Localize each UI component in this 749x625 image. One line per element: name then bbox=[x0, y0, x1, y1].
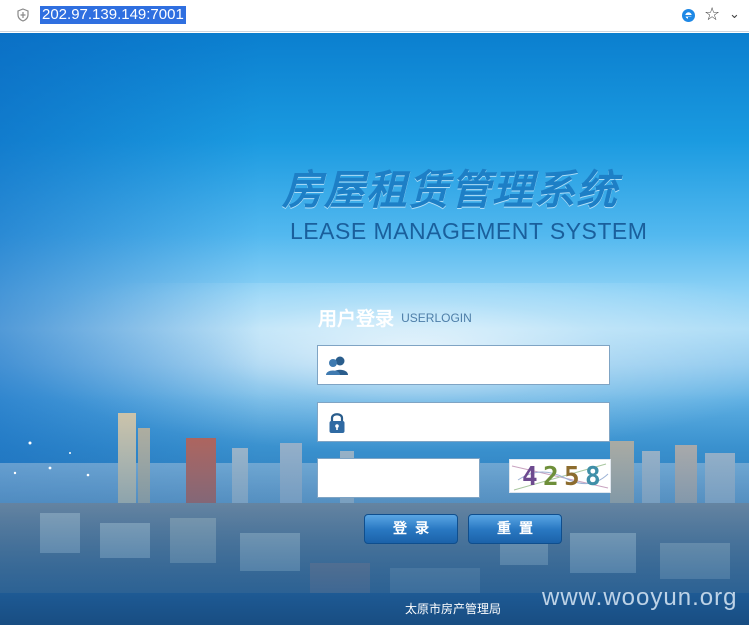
username-field[interactable] bbox=[317, 345, 610, 385]
browser-address-bar: 202.97.139.149:7001 ☆ ⌄ bbox=[0, 0, 749, 32]
username-input[interactable] bbox=[358, 350, 606, 382]
url-field[interactable]: 202.97.139.149:7001 bbox=[40, 6, 186, 24]
login-title: 用户登录 bbox=[318, 308, 395, 330]
footer-text: 太原市房产管理局 bbox=[405, 602, 502, 616]
captcha-input[interactable] bbox=[324, 463, 478, 495]
favorite-star-icon[interactable]: ☆ bbox=[704, 6, 720, 24]
ie-compat-icon[interactable] bbox=[681, 8, 696, 23]
captcha-digit: 2 bbox=[543, 462, 559, 492]
captcha-image[interactable]: 4 2 5 8 bbox=[509, 459, 611, 493]
password-input[interactable] bbox=[358, 407, 606, 439]
password-field[interactable] bbox=[317, 402, 610, 442]
login-button[interactable]: 登录 bbox=[364, 514, 458, 544]
login-heading: 用户登录 USERLOGIN bbox=[318, 304, 472, 330]
reset-button[interactable]: 重置 bbox=[468, 514, 562, 544]
dropdown-chevron-icon[interactable]: ⌄ bbox=[729, 6, 740, 24]
captcha-field[interactable] bbox=[317, 458, 480, 498]
security-shield-icon[interactable] bbox=[16, 8, 30, 22]
lock-icon bbox=[329, 413, 345, 433]
captcha-digit: 4 bbox=[522, 462, 538, 492]
watermark-text: www.wooyun.org bbox=[542, 584, 738, 611]
user-icon bbox=[326, 356, 348, 375]
login-title-english: USERLOGIN bbox=[401, 310, 472, 325]
captcha-digit: 8 bbox=[585, 462, 601, 492]
system-title-english: LEASE MANAGEMENT SYSTEM bbox=[290, 218, 648, 244]
captcha-digit: 5 bbox=[564, 462, 580, 492]
system-title: 房屋租赁管理系统 bbox=[282, 166, 618, 214]
